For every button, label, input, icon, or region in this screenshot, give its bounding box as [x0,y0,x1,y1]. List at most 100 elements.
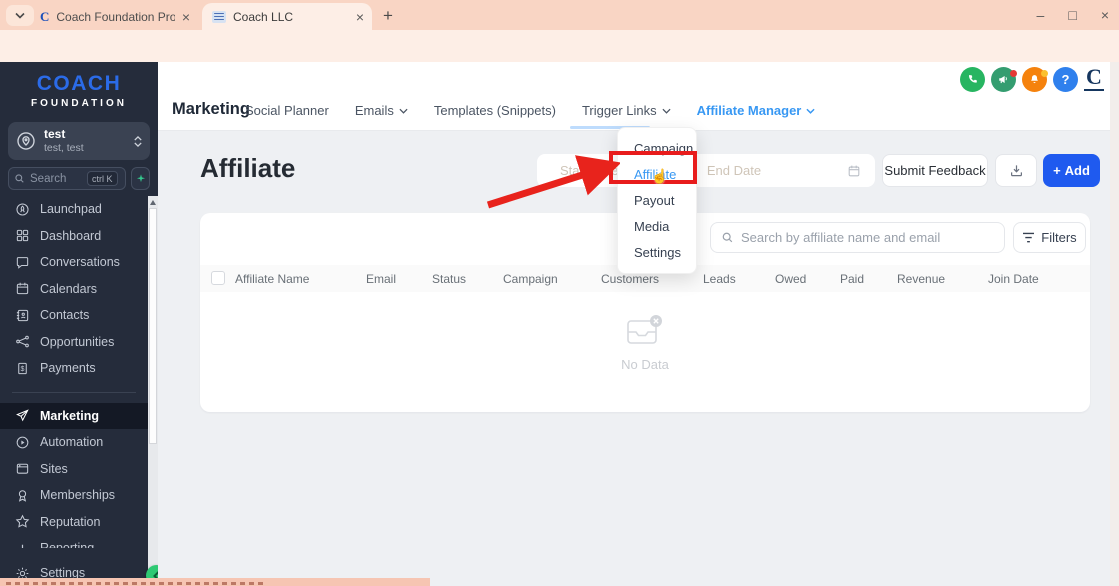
chevron-down-icon [662,108,671,114]
window-minimize-button[interactable]: – [1037,8,1045,22]
sidebar-search-input[interactable] [30,172,82,185]
col-leads[interactable]: Leads [703,272,736,286]
sidebar-item-automation[interactable]: Automation [0,429,148,456]
question-mark-icon: ? [1061,72,1070,87]
contacts-icon [14,308,30,323]
col-join-date[interactable]: Join Date [988,272,1039,286]
notification-dot [1041,70,1048,77]
sidebar-item-label: Dashboard [40,228,102,243]
calendars-icon [14,281,30,296]
scrollbar-up-arrow[interactable] [149,200,156,205]
chevron-down-icon [399,108,408,114]
caption-bar [0,578,430,586]
sidebar-item-label: Opportunities [40,334,115,349]
search-shortcut-badge: ctrl K [87,171,118,186]
sidebar-nav: Launchpad Dashboard Conversations Calend… [0,196,148,548]
window-maximize-button[interactable]: □ [1068,8,1076,22]
col-status[interactable]: Status [432,272,466,286]
account-switcher[interactable]: test test, test [8,122,150,160]
col-paid[interactable]: Paid [840,272,864,286]
reporting-icon [14,541,30,548]
col-campaign[interactable]: Campaign [503,272,558,286]
sidebar-item-conversations[interactable]: Conversations [0,249,148,276]
col-affiliate-name[interactable]: Affiliate Name [235,272,309,286]
sidebar-item-label: Conversations [40,255,120,270]
launchpad-icon [14,202,30,217]
sidebar-item-contacts[interactable]: Contacts [0,302,148,329]
help-button[interactable]: ? [1053,67,1078,92]
tab-templates-snippets[interactable]: Templates (Snippets) [434,103,556,118]
sidebar-item-memberships[interactable]: Memberships [0,482,148,509]
plus-icon: + [1053,163,1061,178]
payments-icon: $ [14,361,30,376]
tab-favicon-c-icon: C [40,8,50,24]
sidebar-item-marketing[interactable]: Marketing [0,402,148,429]
announcements-button[interactable] [991,67,1017,92]
ai-assistant-button[interactable] [131,167,150,190]
col-email[interactable]: Email [366,272,396,286]
account-chevrons-icon[interactable] [134,135,142,147]
opportunities-icon [14,334,30,349]
tab-close-icon[interactable]: × [356,10,364,24]
sidebar-divider [12,391,136,393]
tab-close-icon[interactable]: × [182,10,190,24]
chevron-down-icon [806,108,815,114]
reputation-icon [14,514,30,529]
download-button[interactable] [995,154,1037,187]
conversations-icon [14,255,30,270]
browser-tab-coach-foundation[interactable]: C Coach Foundation Programs × [30,3,198,30]
sidebar-item-label: Marketing [40,408,100,423]
sidebar-item-label: Launchpad [40,202,102,217]
col-owed[interactable]: Owed [775,272,806,286]
tab-title: Coach LLC [233,9,294,24]
page-scrollbar[interactable] [1110,62,1119,586]
sidebar-item-reporting[interactable]: Reporting [0,535,148,548]
sidebar-item-label: Calendars [40,281,97,296]
sidebar-item-dashboard[interactable]: Dashboard [0,223,148,250]
dropdown-item-payout[interactable]: Payout [618,187,696,213]
end-date-placeholder[interactable]: End Date [707,163,761,178]
dropdown-item-settings[interactable]: Settings [618,240,696,266]
window-close-button[interactable]: × [1101,8,1109,22]
sidebar-item-payments[interactable]: $ Payments [0,355,148,382]
account-subtitle: test, test [44,142,84,155]
filter-icon [1023,232,1035,243]
megaphone-icon [999,76,1007,84]
bell-icon [1031,75,1038,84]
new-tab-button[interactable]: + [383,7,393,24]
select-all-checkbox[interactable] [211,271,225,285]
sidebar-scrollbar-thumb[interactable] [149,208,157,444]
account-name: test [44,127,66,142]
sidebar-item-opportunities[interactable]: Opportunities [0,329,148,356]
chevron-down-icon [15,12,25,19]
tab-affiliate-manager[interactable]: Affiliate Manager [697,103,816,118]
col-revenue[interactable]: Revenue [897,272,945,286]
tab-trigger-links[interactable]: Trigger Links [582,103,671,118]
col-customers[interactable]: Customers [601,272,659,286]
browser-tab-coach-llc[interactable]: Coach LLC × [202,3,372,30]
marketing-icon [14,408,30,423]
submit-feedback-button[interactable]: Submit Feedback [882,154,988,187]
tab-social-planner[interactable]: Social Planner [245,103,329,118]
filters-button[interactable]: Filters [1013,222,1086,253]
tab-emails[interactable]: Emails [355,103,408,118]
download-icon [1010,165,1022,177]
section-title: Marketing [172,100,250,118]
coach-foundation-logo: C [1084,64,1104,92]
sidebar-search[interactable]: ctrl K [8,167,126,190]
affiliate-search-input[interactable] [741,230,971,245]
sidebar-item-label: Reporting [40,541,94,548]
search-icon [15,174,24,183]
add-button[interactable]: + Add [1043,154,1100,187]
dashboard-icon [14,228,30,243]
sidebar-item-launchpad[interactable]: Launchpad [0,196,148,223]
sidebar-item-sites[interactable]: Sites [0,456,148,483]
phone-button[interactable] [960,67,985,92]
marketing-nav-tabs: Social Planner Emails Templates (Snippet… [245,103,815,118]
notifications-button[interactable] [1022,67,1048,92]
affiliate-search[interactable] [710,222,1005,253]
sidebar-item-calendars[interactable]: Calendars [0,276,148,303]
sidebar-item-reputation[interactable]: Reputation [0,509,148,536]
dropdown-item-media[interactable]: Media [618,214,696,240]
sites-icon [14,461,30,476]
